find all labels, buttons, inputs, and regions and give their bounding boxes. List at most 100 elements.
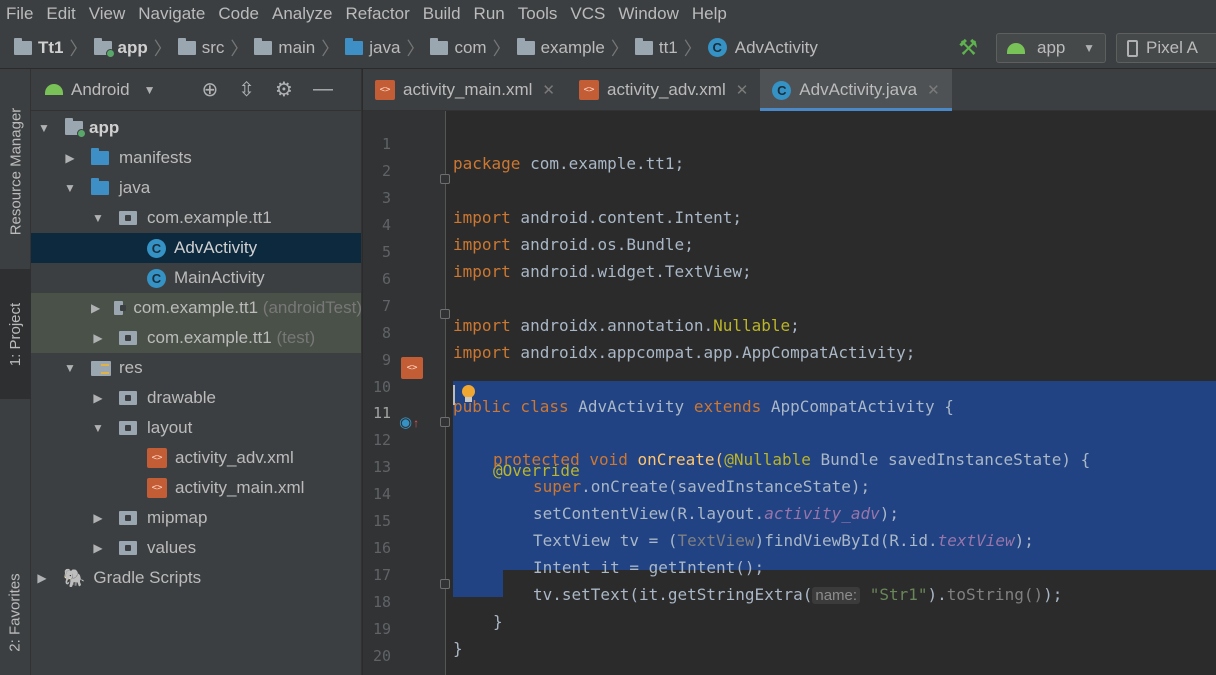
breadcrumb-example[interactable]: example 〉	[516, 35, 635, 61]
breadcrumb-src[interactable]: src 〉	[177, 35, 255, 61]
package-icon	[119, 331, 137, 345]
menu-file[interactable]: File	[6, 4, 33, 24]
tree-item-activity-adv-xml[interactable]: <> activity_adv.xml	[31, 443, 361, 473]
chevron-right-icon[interactable]: ▶	[91, 331, 105, 345]
breadcrumb-label: app	[117, 37, 148, 57]
menu-view[interactable]: View	[89, 4, 126, 24]
tree-item-label: manifests	[119, 148, 192, 167]
code-line: 11 @Override	[363, 381, 1216, 480]
chevron-down-icon[interactable]: ▼	[144, 83, 156, 97]
tree-item-values[interactable]: ▶ values	[31, 533, 361, 563]
breadcrumb-module[interactable]: app 〉	[93, 35, 178, 61]
lightbulb-icon[interactable]	[461, 385, 475, 403]
tree-item-java[interactable]: ▼ java	[31, 173, 361, 203]
chevron-down-icon[interactable]: ▼	[91, 211, 105, 225]
tree-item-drawable[interactable]: ▶ drawable	[31, 383, 361, 413]
android-icon	[1007, 42, 1025, 54]
tree-item-label: drawable	[147, 388, 216, 407]
code-line: 20	[363, 624, 1216, 665]
close-icon[interactable]: ✕	[927, 81, 940, 99]
tree-item-package-test[interactable]: ▶ com.example.tt1 (test)	[31, 323, 361, 353]
project-view-select[interactable]: Android	[71, 80, 130, 100]
breadcrumb-java[interactable]: java 〉	[345, 35, 430, 61]
folder-icon	[91, 148, 109, 165]
chevron-right-icon[interactable]: ▶	[91, 301, 100, 315]
tree-item-activity-main-xml[interactable]: <> activity_main.xml	[31, 473, 361, 503]
tree-item-label: com.example.tt1	[147, 208, 272, 227]
code-line: 10 public class AdvActivity extends AppC…	[363, 355, 1216, 416]
chevron-right-icon: 〉	[406, 38, 425, 59]
package-icon	[114, 301, 127, 315]
menu-code[interactable]: Code	[218, 4, 259, 24]
chevron-right-icon[interactable]: ▶	[35, 571, 49, 585]
tree-item-advactivity[interactable]: C AdvActivity	[31, 233, 361, 263]
code-line: 18 }	[363, 570, 1216, 631]
menu-navigate[interactable]: Navigate	[138, 4, 205, 24]
gear-icon[interactable]: ⚙	[275, 77, 293, 102]
chevron-down-icon[interactable]: ▼	[63, 361, 77, 375]
tree-item-layout[interactable]: ▼ layout	[31, 413, 361, 443]
chevron-down-icon[interactable]: ▼	[63, 181, 77, 195]
tab-activity-main-xml[interactable]: <> activity_main.xml ✕	[363, 69, 567, 111]
menu-analyze[interactable]: Analyze	[272, 4, 332, 24]
hammer-icon[interactable]: ⚒	[958, 35, 978, 61]
menu-vcs[interactable]: VCS	[570, 4, 605, 24]
breadcrumb-com[interactable]: com 〉	[430, 35, 516, 61]
code-line: 5 import android.widget.TextView;	[363, 220, 1216, 281]
close-icon[interactable]: ✕	[736, 81, 749, 99]
tab-label: Resource Manager	[7, 107, 25, 236]
chevron-down-icon[interactable]: ▼	[91, 421, 105, 435]
breadcrumb-class[interactable]: C AdvActivity	[707, 38, 818, 58]
tree-item-mipmap[interactable]: ▶ mipmap	[31, 503, 361, 533]
tree-item-manifests[interactable]: ▶ manifests	[31, 143, 361, 173]
tab-resource-manager[interactable]: Resource Manager	[0, 89, 31, 254]
code-line: 13 super.onCreate(savedInstanceState);	[363, 435, 1216, 496]
tree-item-package-androidtest[interactable]: ▶ com.example.tt1 (androidTest)	[31, 293, 361, 323]
tab-project[interactable]: 1: Project	[0, 269, 31, 399]
chevron-right-icon[interactable]: ▶	[91, 541, 105, 555]
menu-refactor[interactable]: Refactor	[345, 4, 409, 24]
tree-item-package[interactable]: ▼ com.example.tt1	[31, 203, 361, 233]
chevron-right-icon: 〉	[492, 38, 511, 59]
breadcrumb-main[interactable]: main 〉	[254, 35, 345, 61]
chevron-right-icon[interactable]: ▶	[91, 511, 105, 525]
code-line: 6	[363, 247, 1216, 288]
tree-item-app[interactable]: ▼ app	[31, 113, 361, 143]
tree-item-res[interactable]: ▼ res	[31, 353, 361, 383]
code-line: 19 }	[363, 597, 1216, 658]
breadcrumb-project[interactable]: Tt1 〉	[14, 35, 94, 61]
collapse-all-icon[interactable]: ⇳	[238, 77, 255, 102]
tab-activity-adv-xml[interactable]: <> activity_adv.xml ✕	[567, 69, 760, 111]
menu-edit[interactable]: Edit	[46, 4, 75, 24]
tree-item-label: mipmap	[147, 508, 208, 527]
package-icon	[516, 37, 535, 55]
breadcrumb-tt1[interactable]: tt1 〉	[634, 35, 708, 61]
code-editor[interactable]: <> ◉↑ 1 package com.example.tt1; 2 3 imp…	[363, 111, 1216, 675]
tree-item-mainactivity[interactable]: C MainActivity	[31, 263, 361, 293]
source-folder-icon	[91, 178, 109, 195]
chevron-right-icon[interactable]: ▶	[63, 151, 77, 165]
menu-tools[interactable]: Tools	[518, 4, 558, 24]
menu-build[interactable]: Build	[423, 4, 461, 24]
layout-xml-icon: <>	[147, 448, 167, 468]
minimize-icon[interactable]: —	[313, 78, 333, 101]
code-line: 4 import android.os.Bundle;	[363, 193, 1216, 254]
tree-item-gradle-scripts[interactable]: ▶ 🐘 Gradle Scripts	[31, 563, 361, 593]
run-configuration-select[interactable]: app ▼	[996, 33, 1106, 63]
close-icon[interactable]: ✕	[542, 81, 555, 99]
menu-run[interactable]: Run	[474, 4, 505, 24]
locate-icon[interactable]: ⊕	[202, 77, 219, 102]
package-icon	[430, 37, 449, 55]
breadcrumb-label: tt1	[658, 37, 678, 57]
chevron-right-icon[interactable]: ▶	[91, 391, 105, 405]
device-select[interactable]: Pixel A	[1116, 33, 1216, 63]
tab-advactivity-java[interactable]: C AdvActivity.java ✕	[760, 69, 952, 111]
module-folder-icon	[93, 37, 115, 58]
run-toolbar: ⚒ app ▼ Pixel A	[958, 27, 1216, 69]
menu-help[interactable]: Help	[692, 4, 727, 24]
chevron-down-icon[interactable]: ▼	[37, 121, 51, 135]
java-class-icon: C	[147, 238, 166, 258]
tab-favorites[interactable]: 2: Favorites	[0, 549, 31, 675]
folder-icon	[254, 37, 273, 55]
menu-window[interactable]: Window	[618, 4, 678, 24]
